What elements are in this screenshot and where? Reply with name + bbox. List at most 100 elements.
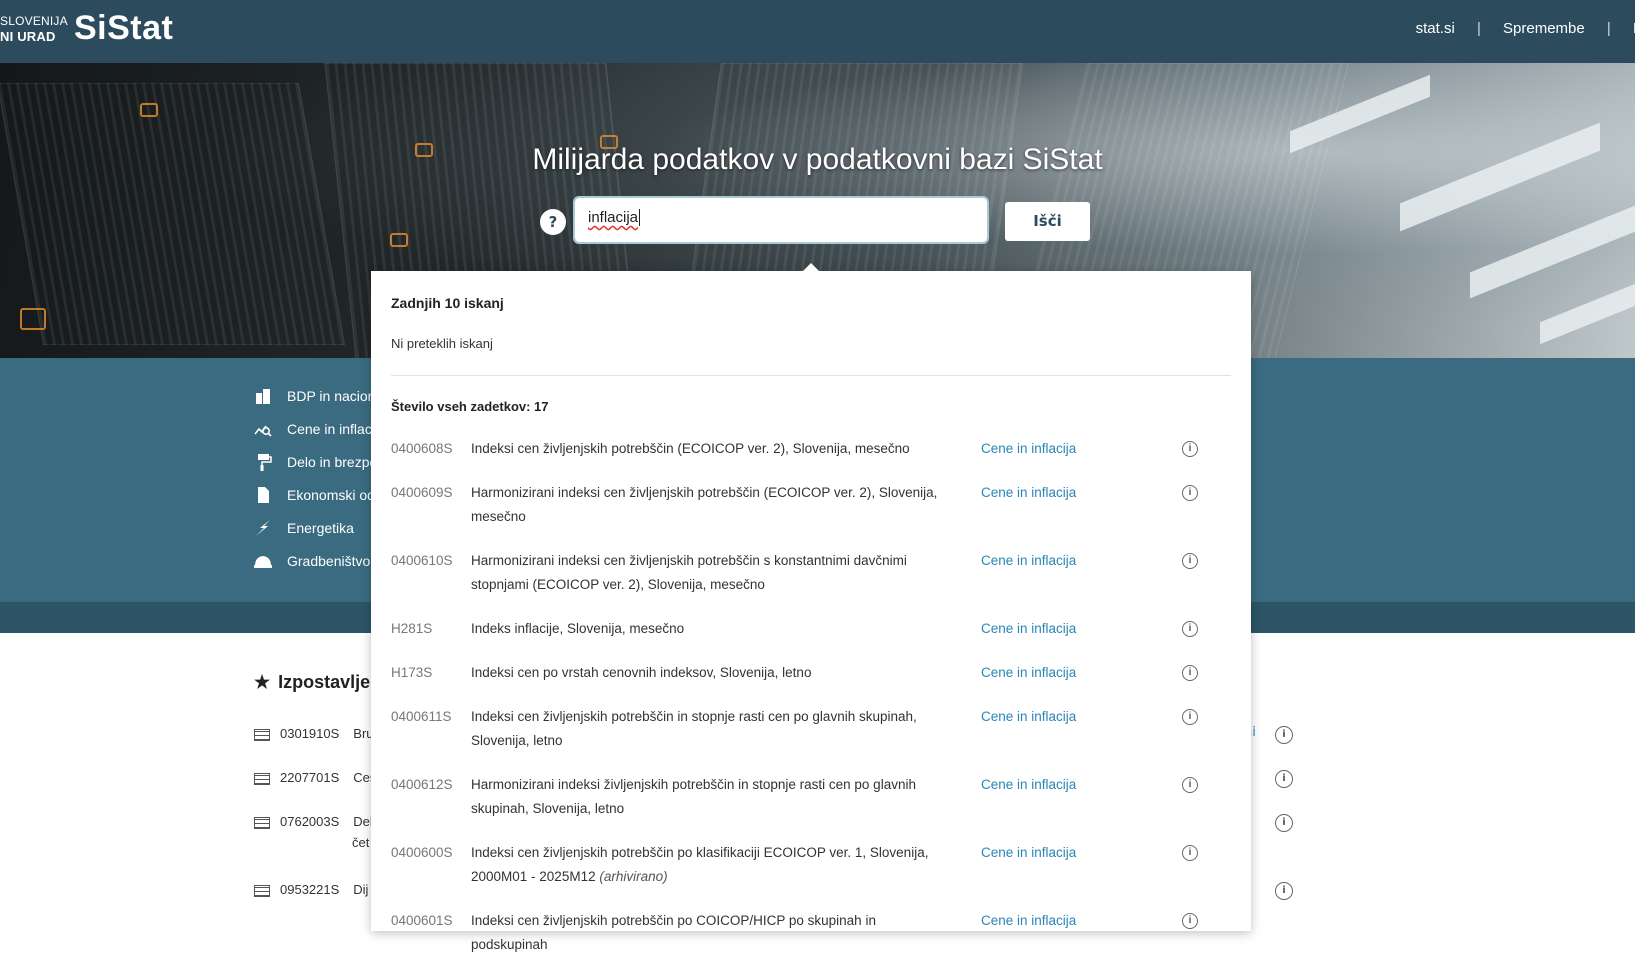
light-slat	[1540, 273, 1635, 345]
search-suggestions-dropdown: Zadnjih 10 iskanj Ni preteklih iskanj Št…	[371, 263, 1251, 952]
nav-link-stat[interactable]: stat.si	[1416, 20, 1455, 37]
result-category-link[interactable]: Cene in inflacija	[981, 705, 1076, 729]
category-label: Gradbeništvo	[287, 553, 371, 569]
result-code: 0400611S	[391, 709, 452, 724]
top-bar: SLOVENIJA NI URAD SiStat stat.si | Sprem…	[0, 0, 1635, 63]
result-title[interactable]: Harmonizirani indeksi cen življenjskih p…	[471, 481, 941, 529]
featured-code: 0953221S	[280, 882, 340, 897]
category-label: BDP in nacion	[287, 388, 376, 404]
result-title[interactable]: Indeksi cen po vrstah cenovnih indeksov,…	[471, 661, 941, 685]
category-label: Energetika	[287, 520, 354, 536]
archived-label: (arhivirano)	[599, 869, 668, 884]
table-icon	[254, 884, 270, 897]
result-title[interactable]: Indeks inflacije, Slovenija, mesečno	[471, 617, 941, 641]
info-icon[interactable]: i	[1182, 485, 1198, 501]
result-code: 0400608S	[391, 441, 453, 456]
featured-row[interactable]: 0953221S Dij	[254, 882, 368, 897]
result-title[interactable]: Harmonizirani indeksi cen življenjskih p…	[471, 549, 941, 597]
featured-text: Del	[353, 814, 373, 829]
result-title[interactable]: Indeksi cen življenjskih potrebščin (ECO…	[471, 437, 941, 461]
total-results-label: Število vseh zadetkov: 17	[391, 399, 549, 414]
featured-text: Dij	[353, 882, 369, 897]
search-input-value: inflacija	[588, 209, 639, 226]
star-icon: ★	[254, 672, 271, 692]
org-line-2: NI URAD	[0, 29, 56, 44]
info-icon[interactable]: i	[1275, 770, 1293, 788]
led-decoration	[20, 308, 46, 330]
building-icon	[256, 389, 270, 404]
org-name[interactable]: SLOVENIJA NI URAD	[0, 14, 68, 44]
featured-code: 2207701S	[280, 770, 340, 785]
info-icon[interactable]: i	[1275, 814, 1293, 832]
divider	[391, 375, 1231, 376]
light-slat	[1400, 122, 1600, 232]
hero-title: Milijarda podatkov v podatkovni bazi SiS…	[532, 143, 1103, 176]
result-title[interactable]: Indeksi cen življenjskih potrebščin po C…	[471, 909, 941, 957]
result-category-link[interactable]: Cene in inflacija	[981, 437, 1076, 461]
nav-separator: |	[1606, 20, 1611, 37]
category-label: Cene in inflaci	[287, 421, 375, 437]
light-slat	[1470, 203, 1635, 299]
result-code: 0400612S	[391, 777, 453, 792]
paint-roller-icon	[258, 454, 272, 471]
info-icon[interactable]: i	[1182, 845, 1198, 861]
result-code: 0400601S	[391, 913, 453, 928]
table-icon	[254, 772, 270, 785]
document-icon	[258, 487, 269, 503]
result-code: H281S	[391, 621, 433, 636]
info-icon[interactable]: i	[1182, 913, 1198, 929]
result-title[interactable]: Indeksi cen življenjskih potrebščin po k…	[471, 841, 941, 889]
info-icon[interactable]: i	[1182, 621, 1198, 637]
featured-text-line2: čet	[352, 835, 370, 850]
result-title[interactable]: Indeksi cen življenjskih potrebščin in s…	[471, 705, 941, 753]
search-input[interactable]: inflacija	[573, 196, 989, 244]
info-icon[interactable]: i	[1275, 882, 1293, 900]
helmet-icon	[254, 556, 272, 568]
search-help-button[interactable]: ?	[540, 209, 566, 235]
result-title-text: Indeksi cen življenjskih potrebščin po k…	[471, 845, 929, 884]
featured-row[interactable]: 2207701S Ces	[254, 770, 376, 785]
featured-title-text: Izpostavlje	[278, 672, 371, 692]
info-icon[interactable]: i	[1182, 553, 1198, 569]
result-category-link[interactable]: Cene in inflacija	[981, 661, 1076, 685]
info-icon[interactable]: i	[1182, 777, 1198, 793]
result-category-link[interactable]: Cene in inflacija	[981, 617, 1076, 641]
table-icon	[254, 816, 270, 829]
result-category-link[interactable]: Cene in inflacija	[981, 909, 1076, 933]
nav-separator: |	[1476, 20, 1481, 37]
category-label: Ekonomski od	[287, 487, 375, 503]
result-code: 0400610S	[391, 553, 453, 568]
info-icon[interactable]: i	[1182, 665, 1198, 681]
nav-link-spremembe[interactable]: Spremembe	[1503, 20, 1585, 37]
featured-row[interactable]: 0762003S Del čet	[254, 814, 373, 850]
info-icon[interactable]: i	[1182, 441, 1198, 457]
table-icon	[254, 728, 270, 741]
sistat-logo[interactable]: SiStat	[74, 9, 173, 48]
result-category-link[interactable]: Cene in inflacija	[981, 481, 1076, 505]
chart-search-icon	[254, 425, 272, 437]
text-cursor	[639, 209, 641, 226]
featured-code: 0301910S	[280, 726, 340, 741]
server-rack-image	[0, 83, 346, 345]
result-title[interactable]: Harmonizirani indeksi življenjskih potre…	[471, 773, 941, 821]
result-category-link[interactable]: Cene in inflacija	[981, 841, 1076, 865]
lightning-icon	[256, 520, 270, 536]
result-category-link[interactable]: Cene in inflacija	[981, 549, 1076, 573]
org-line-1: SLOVENIJA	[0, 14, 68, 28]
info-icon[interactable]: i	[1275, 726, 1293, 744]
info-icon[interactable]: i	[1182, 709, 1198, 725]
category-label: Delo in brezpo	[287, 454, 378, 470]
result-code: H173S	[391, 665, 433, 680]
featured-row[interactable]: 0301910S Bru	[254, 726, 374, 741]
led-decoration	[140, 103, 158, 117]
result-category-link[interactable]: Cene in inflacija	[981, 773, 1076, 797]
search-button[interactable]: Išči	[1005, 202, 1090, 241]
led-decoration	[390, 233, 408, 247]
recent-searches-empty: Ni preteklih iskanj	[391, 336, 493, 351]
top-nav: stat.si | Spremembe | P	[1398, 20, 1635, 37]
result-code: 0400609S	[391, 485, 453, 500]
featured-title: ★ Izpostavlje	[254, 672, 370, 693]
result-code: 0400600S	[391, 845, 453, 860]
featured-code: 0762003S	[280, 814, 340, 829]
recent-searches-title: Zadnjih 10 iskanj	[391, 295, 504, 311]
